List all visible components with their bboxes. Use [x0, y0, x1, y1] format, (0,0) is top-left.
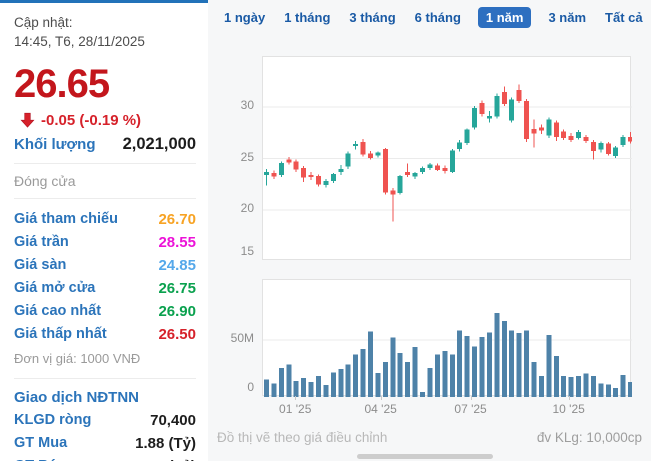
quote-panel: Cập nhật: 14:45, T6, 28/11/2025 26.65 -0… [0, 0, 208, 461]
range-button-1-ngay[interactable]: 1 ngày [222, 7, 267, 28]
price-row-gia-thap-nhat: Giá thấp nhất 26.50 [14, 323, 196, 346]
volume-label: Khối lượng [14, 136, 96, 153]
adjusted-price-note: Đồ thị vẽ theo giá điều chỉnh [217, 430, 387, 445]
price-row-label: Giá tham chiếu [14, 211, 118, 227]
volume-value: 2,021,000 [123, 135, 196, 154]
price-row-value: 24.85 [158, 257, 196, 274]
price-row-label: Giá trần [14, 234, 69, 250]
candlestick-plot [262, 56, 631, 260]
price-axis-tick: 25 [218, 150, 254, 164]
arrow-down-icon [20, 112, 35, 128]
updated-label: Cập nhật: [14, 14, 196, 33]
x-axis-tickmark [381, 396, 382, 400]
volume-axis-tick: 0 [218, 380, 254, 394]
last-price: 26.65 [14, 64, 196, 104]
x-axis-tickmark [471, 396, 472, 400]
price-table: Giá tham chiếu 26.70 Giá trần 28.55 Giá sàn 2… [14, 208, 196, 346]
x-axis-tick: 10 '25 [539, 402, 599, 416]
x-axis-tickmark [569, 396, 570, 400]
foreign-row-value: 70,400 [150, 412, 196, 429]
range-button-3-thang[interactable]: 3 tháng [347, 7, 397, 28]
price-row-label: Giá thấp nhất [14, 326, 107, 342]
price-row-value: 26.75 [158, 280, 196, 297]
divider [14, 163, 196, 164]
volume-unit-note: đv KLg: 10,000cp [537, 430, 642, 445]
volume-row: Khối lượng 2,021,000 [14, 135, 196, 154]
price-row-gia-tran: Giá trần 28.55 [14, 231, 196, 254]
price-axis-tick: 20 [218, 201, 254, 215]
volume-svg [263, 280, 632, 397]
price-row-gia-san: Giá sàn 24.85 [14, 254, 196, 277]
foreign-row-klgd-rong: KLGD ròng 70,400 [14, 409, 196, 432]
price-row-value: 26.70 [158, 211, 196, 228]
updated-at: Cập nhật: 14:45, T6, 28/11/2025 [14, 14, 196, 52]
change-value: -0.05 (-0.19 %) [41, 112, 141, 129]
range-button-1-thang[interactable]: 1 tháng [282, 7, 332, 28]
x-axis-tickmark [295, 396, 296, 400]
foreign-row-gt-mua: GT Mua 1.88 (Tỷ) [14, 432, 196, 455]
x-axis-tick: 04 '25 [351, 402, 411, 416]
price-row-gia-mo-cua: Giá mở cửa 26.75 [14, 277, 196, 300]
volume-axis-tick: 50M [218, 331, 254, 345]
price-row-value: 26.90 [158, 303, 196, 320]
foreign-row-value: 1.88 (Tỷ) [135, 435, 196, 452]
divider [14, 378, 196, 379]
price-change: -0.05 (-0.19 %) [20, 112, 196, 129]
price-axis-tick: 30 [218, 98, 254, 112]
price-row-label: Giá cao nhất [14, 303, 101, 319]
foreign-row-gt-ban: GT Bán2.79 (Tỷ) [14, 455, 196, 461]
price-row-value: 28.55 [158, 234, 196, 251]
close-label: Đóng cửa [14, 173, 196, 189]
chart-panel: 1 ngày 1 tháng 3 tháng 6 tháng 1 năm 3 năm Tất… [208, 0, 651, 461]
range-toolbar: 1 ngày 1 tháng 3 tháng 6 tháng 1 năm 3 năm Tất… [222, 7, 645, 28]
foreign-trading-title: Giao dịch NĐTNN [14, 389, 196, 406]
price-row-value: 26.50 [158, 326, 196, 343]
price-row-label: Giá mở cửa [14, 280, 95, 296]
price-unit-note: Đơn vị giá: 1000 VNĐ [14, 351, 196, 366]
divider [14, 198, 196, 199]
range-button-tat-ca[interactable]: Tất cả [603, 7, 645, 28]
candlestick-svg [263, 57, 632, 261]
foreign-row-label: KLGD ròng [14, 412, 91, 428]
foreign-trading-section: Giao dịch NĐTNN KLGD ròng 70,400 GT Mua 1.8… [14, 389, 196, 461]
price-row-gia-tham-chieu: Giá tham chiếu 26.70 [14, 208, 196, 231]
x-axis-tick: 07 '25 [441, 402, 501, 416]
horizontal-scrollbar[interactable] [357, 454, 493, 459]
range-toolbar-wrap: 1 ngày 1 tháng 3 tháng 6 tháng 1 năm 3 năm Tất… [222, 7, 651, 28]
range-button-6-thang[interactable]: 6 tháng [413, 7, 463, 28]
stock-widget: Cập nhật: 14:45, T6, 28/11/2025 26.65 -0… [0, 0, 651, 461]
foreign-trading-rows: KLGD ròng 70,400 GT Mua 1.88 (Tỷ) GT Bán2.79… [14, 409, 196, 461]
volume-plot [262, 279, 631, 396]
price-axis-tick: 15 [218, 244, 254, 258]
x-axis-tick: 01 '25 [265, 402, 325, 416]
price-row-label: Giá sàn [14, 257, 66, 273]
range-button-3-nam[interactable]: 3 năm [546, 7, 588, 28]
price-row-gia-cao-nhat: Giá cao nhất 26.90 [14, 300, 196, 323]
range-button-1-nam[interactable]: 1 năm [478, 7, 532, 28]
updated-time: 14:45, T6, 28/11/2025 [14, 33, 196, 52]
foreign-row-label: GT Mua [14, 435, 67, 451]
